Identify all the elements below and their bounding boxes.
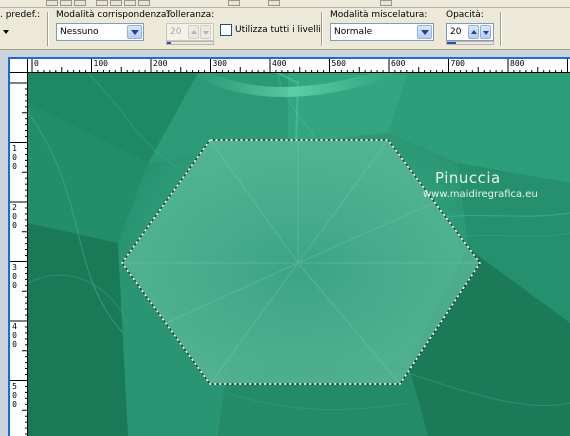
ruler-tick-label: 400	[272, 59, 287, 68]
image-canvas[interactable]	[28, 73, 570, 436]
ruler-tick-label: 0	[12, 212, 17, 221]
workspace: 0 100 200 300 400 500 600 700 800 10020030040050…	[0, 51, 570, 436]
spinner-arrows[interactable]	[468, 25, 492, 39]
ruler-corner	[10, 59, 28, 73]
tool-button[interactable]	[74, 0, 86, 6]
tool-button[interactable]	[138, 0, 150, 6]
ruler-tick-label: 200	[153, 59, 168, 68]
ruler-tick-label: 0	[12, 161, 17, 171]
image-window: 0 100 200 300 400 500 600 700 800 10020030040050…	[8, 57, 570, 436]
vertical-ruler: 100200300400500	[10, 73, 28, 436]
ruler-tick-label: 500	[331, 59, 346, 68]
opacity-slider-fill	[447, 42, 456, 44]
horizontal-ruler: 0 100 200 300 400 500 600 700 800	[28, 59, 570, 73]
preset-dropdown-arrow-icon[interactable]	[3, 30, 9, 34]
tolerance-slider-fill	[167, 42, 171, 44]
tolerance-value: 20	[170, 27, 182, 37]
blend-mode-label: Modalità miscelatura:	[330, 10, 428, 20]
ruler-tick-label: 0	[12, 221, 17, 230]
tolerance-group: Tolleranza: 20	[162, 8, 216, 50]
ruler-tick-label: 0	[12, 340, 17, 349]
tool-button[interactable]	[96, 0, 108, 6]
ruler-tick-label: 0	[12, 152, 17, 162]
sample-merged-checkbox[interactable]	[220, 24, 232, 36]
canvas-artwork	[28, 73, 570, 436]
blend-mode-value: Normale	[334, 27, 373, 37]
match-mode-select[interactable]: Nessuno	[56, 23, 144, 41]
opacity-value: 20	[450, 27, 462, 37]
ruler-tick-label: 0	[12, 390, 17, 400]
blend-mode-group: Modalità miscelatura: Normale	[326, 8, 436, 50]
ruler-tick-label: 300	[212, 59, 227, 68]
tool-button[interactable]	[60, 0, 72, 6]
preset-group: . predef.:	[0, 8, 44, 50]
match-mode-group: Modalità corrispondenza: Nessuno	[52, 8, 169, 50]
ruler-tick-label: 2	[12, 203, 17, 212]
spin-down-icon[interactable]	[480, 25, 491, 39]
ruler-tick-label: 800	[510, 59, 525, 68]
spin-down-icon[interactable]	[200, 25, 211, 39]
chevron-down-icon[interactable]	[127, 25, 142, 39]
toolbar-separator	[500, 12, 502, 46]
ruler-tick-label: 0	[12, 280, 17, 290]
sample-merged-group: Utilizza tutti i livelli	[218, 8, 322, 50]
ruler-tick-label: 0	[12, 399, 17, 409]
ruler-tick-label: 100	[93, 59, 108, 68]
tool-button[interactable]	[110, 0, 122, 6]
tolerance-slider[interactable]	[166, 41, 214, 45]
chevron-down-icon[interactable]	[417, 25, 432, 39]
tolerance-label: Tolleranza:	[166, 10, 215, 20]
tool-button[interactable]	[268, 0, 280, 6]
watermark-title: Pinuccia	[435, 169, 501, 187]
ruler-tick-label: 1	[12, 143, 17, 153]
blend-mode-select[interactable]: Normale	[330, 23, 434, 41]
ruler-tick-label: 4	[12, 322, 17, 331]
ruler-tick-label: 600	[391, 59, 406, 68]
tool-button[interactable]	[124, 0, 136, 6]
tolerance-spinner[interactable]: 20	[166, 23, 214, 41]
match-mode-value: Nessuno	[60, 27, 99, 37]
top-tool-strip	[0, 0, 570, 8]
opacity-group: Opacità: 20	[440, 8, 500, 50]
spin-up-icon[interactable]	[468, 25, 479, 39]
opacity-label: Opacità:	[446, 10, 484, 20]
spin-up-icon[interactable]	[188, 25, 199, 39]
tool-button[interactable]	[228, 0, 240, 6]
tool-button[interactable]	[380, 0, 392, 6]
spinner-arrows[interactable]	[188, 25, 212, 39]
opacity-spinner[interactable]: 20	[446, 23, 494, 41]
ruler-tick-label: 0	[12, 271, 17, 281]
opacity-slider[interactable]	[446, 41, 494, 45]
tool-button[interactable]	[46, 0, 58, 6]
sample-merged-label: Utilizza tutti i livelli	[235, 25, 321, 35]
ruler-tick-label: 3	[12, 262, 17, 272]
ruler-tick-label: 0	[12, 331, 17, 340]
ruler-tick-label: 5	[12, 381, 17, 391]
match-mode-label: Modalità corrispondenza:	[56, 10, 170, 20]
tool-options-toolbar: . predef.: Modalità corrispondenza: Ness…	[0, 8, 570, 50]
toolbar-separator	[47, 12, 49, 46]
ruler-tick-label: 0	[34, 59, 39, 68]
horizontal-ruler-ticks	[31, 59, 568, 72]
toolbar-separator	[321, 12, 323, 46]
watermark-url: www.maidiregrafica.eu	[423, 189, 538, 200]
preset-label: . predef.:	[0, 10, 41, 20]
ruler-tick-label: 700	[450, 59, 465, 68]
